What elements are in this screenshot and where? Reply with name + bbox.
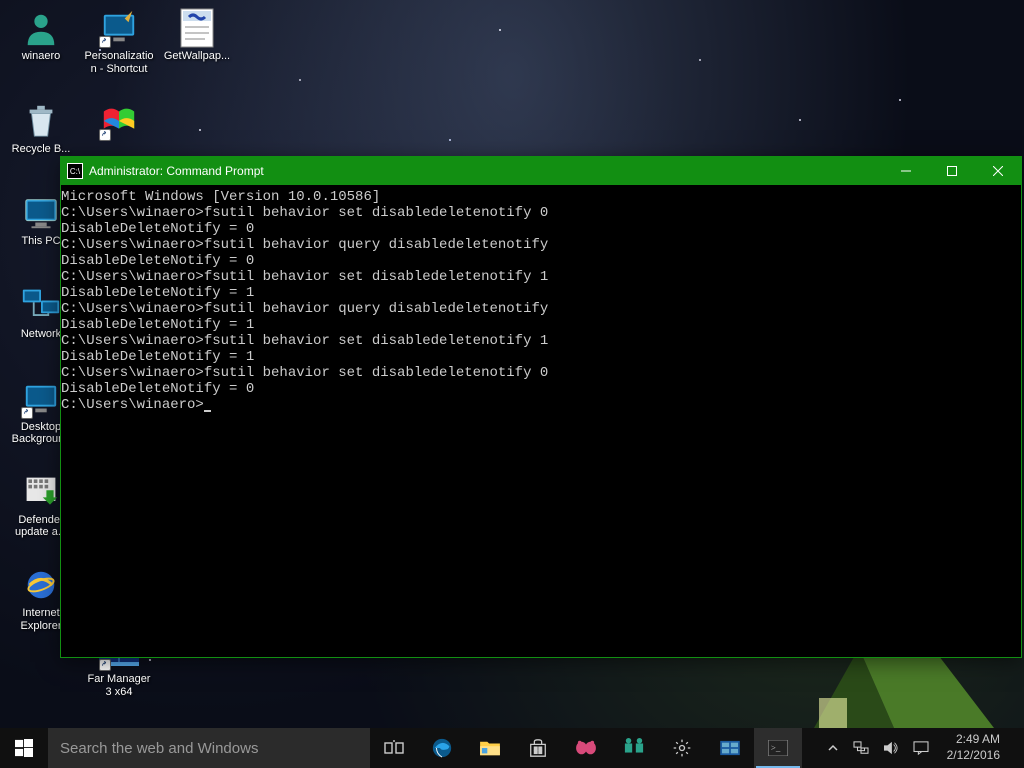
cmd-window[interactable]: C:\ Administrator: Command Prompt Micros… xyxy=(60,156,1022,658)
cursor xyxy=(204,410,211,412)
icon-label: Far Manager 3 x64 xyxy=(84,673,154,698)
taskbar-cmd[interactable]: >_ xyxy=(754,728,802,768)
shortcut-arrow-icon xyxy=(21,407,33,419)
titlebar[interactable]: C:\ Administrator: Command Prompt xyxy=(61,157,1021,185)
taskbar-app-blue[interactable] xyxy=(706,728,754,768)
terminal-line: DisableDeleteNotify = 1 xyxy=(61,285,1021,301)
icon-recycle-bin[interactable]: Recycle B... xyxy=(4,97,78,160)
window-title: Administrator: Command Prompt xyxy=(89,164,264,178)
terminal-line: C:\Users\winaero>fsutil behavior set dis… xyxy=(61,333,1021,349)
shortcut-arrow-icon xyxy=(99,36,111,48)
icon-user-folder[interactable]: winaero xyxy=(4,4,78,67)
icon-label: This PC xyxy=(21,235,60,248)
terminal-line: DisableDeleteNotify = 1 xyxy=(61,349,1021,365)
taskbar-file-explorer[interactable] xyxy=(466,728,514,768)
svg-text:>_: >_ xyxy=(771,743,781,753)
icon-label: Personalization - Shortcut xyxy=(84,50,154,75)
icon-label: winaero xyxy=(22,50,61,63)
tray-network-icon[interactable] xyxy=(849,741,873,755)
cmd-icon: C:\ xyxy=(67,163,83,179)
desktop-col3: GetWallpap... xyxy=(160,4,234,67)
search-box[interactable]: Search the web and Windows xyxy=(48,728,370,768)
icon-windows-flag[interactable] xyxy=(82,97,156,147)
icon-getwallpaper-script[interactable]: GetWallpap... xyxy=(160,4,234,67)
icon-label: Recycle B... xyxy=(12,143,71,156)
search-placeholder: Search the web and Windows xyxy=(60,740,258,757)
terminal-line: C:\Users\winaero>fsutil behavior set dis… xyxy=(61,269,1021,285)
terminal-line: DisableDeleteNotify = 0 xyxy=(61,253,1021,269)
taskbar-edge[interactable] xyxy=(418,728,466,768)
close-button[interactable] xyxy=(975,157,1021,185)
clock-time: 2:49 AM xyxy=(947,732,1000,748)
terminal-line: DisableDeleteNotify = 0 xyxy=(61,381,1021,397)
system-tray[interactable]: 2:49 AM 2/12/2016 xyxy=(819,728,1024,768)
shortcut-arrow-icon xyxy=(99,659,111,671)
icon-personalization-shortcut[interactable]: Personalization - Shortcut xyxy=(82,4,156,79)
maximize-button[interactable] xyxy=(929,157,975,185)
clock-date: 2/12/2016 xyxy=(947,748,1000,764)
icon-label: GetWallpap... xyxy=(164,50,230,63)
taskbar-app-pink[interactable] xyxy=(562,728,610,768)
terminal-line: C:\Users\winaero>fsutil behavior set dis… xyxy=(61,365,1021,381)
taskbar-settings[interactable] xyxy=(658,728,706,768)
terminal-line: DisableDeleteNotify = 0 xyxy=(61,221,1021,237)
clock[interactable]: 2:49 AM 2/12/2016 xyxy=(939,732,1008,763)
tray-notifications-icon[interactable] xyxy=(909,741,933,755)
terminal-body[interactable]: Microsoft Windows [Version 10.0.10586]C:… xyxy=(61,185,1021,657)
terminal-line: Microsoft Windows [Version 10.0.10586] xyxy=(61,189,1021,205)
shortcut-arrow-icon xyxy=(99,129,111,141)
taskbar-store[interactable] xyxy=(514,728,562,768)
tray-volume-icon[interactable] xyxy=(879,741,903,755)
terminal-line: C:\Users\winaero>fsutil behavior query d… xyxy=(61,301,1021,317)
terminal-line: DisableDeleteNotify = 1 xyxy=(61,317,1021,333)
terminal-prompt-line: C:\Users\winaero> xyxy=(61,397,1021,413)
taskbar[interactable]: Search the web and Windows >_ 2:49 AM 2/… xyxy=(0,728,1024,768)
task-view-button[interactable] xyxy=(370,728,418,768)
taskbar-app-teal[interactable] xyxy=(610,728,658,768)
terminal-line: C:\Users\winaero>fsutil behavior query d… xyxy=(61,237,1021,253)
terminal-line: C:\Users\winaero>fsutil behavior set dis… xyxy=(61,205,1021,221)
tray-chevron-up-icon[interactable] xyxy=(823,742,843,754)
icon-label: Network xyxy=(21,328,61,341)
minimize-button[interactable] xyxy=(883,157,929,185)
start-button[interactable] xyxy=(0,728,48,768)
